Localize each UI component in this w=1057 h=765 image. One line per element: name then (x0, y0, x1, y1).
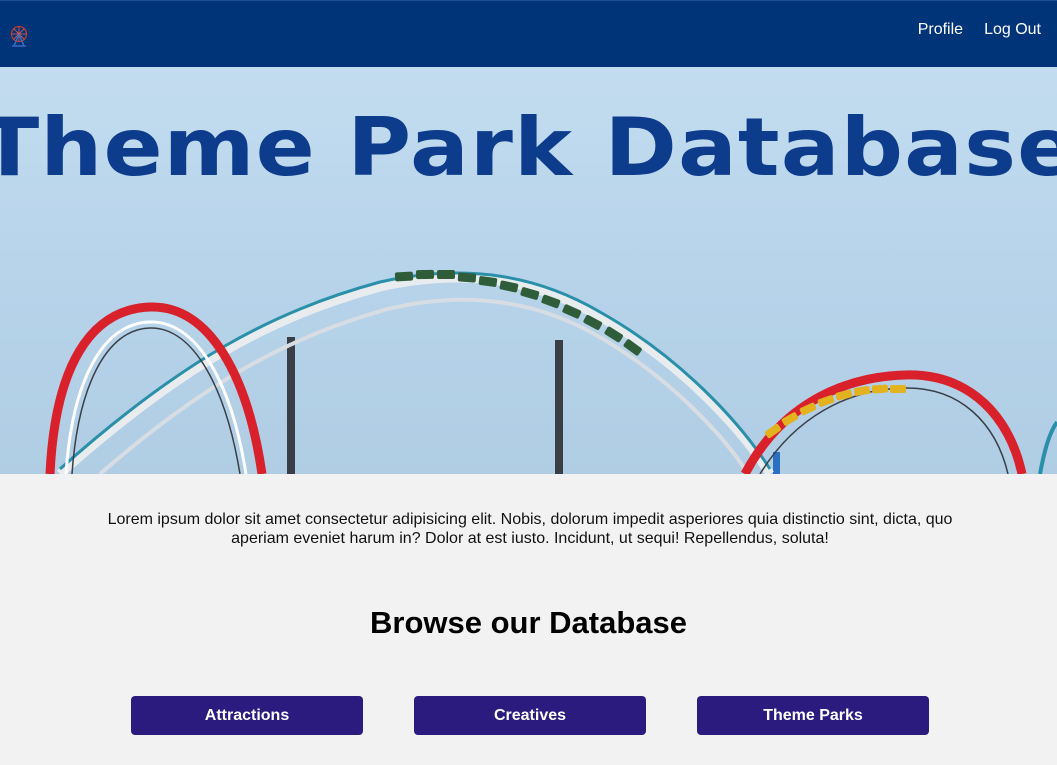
intro-text: Lorem ipsum dolor sit amet consectetur a… (107, 511, 953, 547)
nav-links: Profile Log Out (918, 21, 1041, 39)
browse-title: Browse our Database (370, 605, 687, 640)
ferris-wheel-icon[interactable] (9, 25, 29, 47)
hero-banner: Theme Park Database (0, 67, 1057, 474)
creatives-button[interactable]: Creatives (414, 696, 646, 735)
hero-title: Theme Park Database (0, 101, 1057, 194)
logout-link[interactable]: Log Out (984, 21, 1041, 39)
theme-parks-button[interactable]: Theme Parks (697, 696, 929, 735)
top-navbar: Profile Log Out (0, 0, 1057, 67)
attractions-button[interactable]: Attractions (131, 696, 363, 735)
profile-link[interactable]: Profile (918, 21, 963, 39)
